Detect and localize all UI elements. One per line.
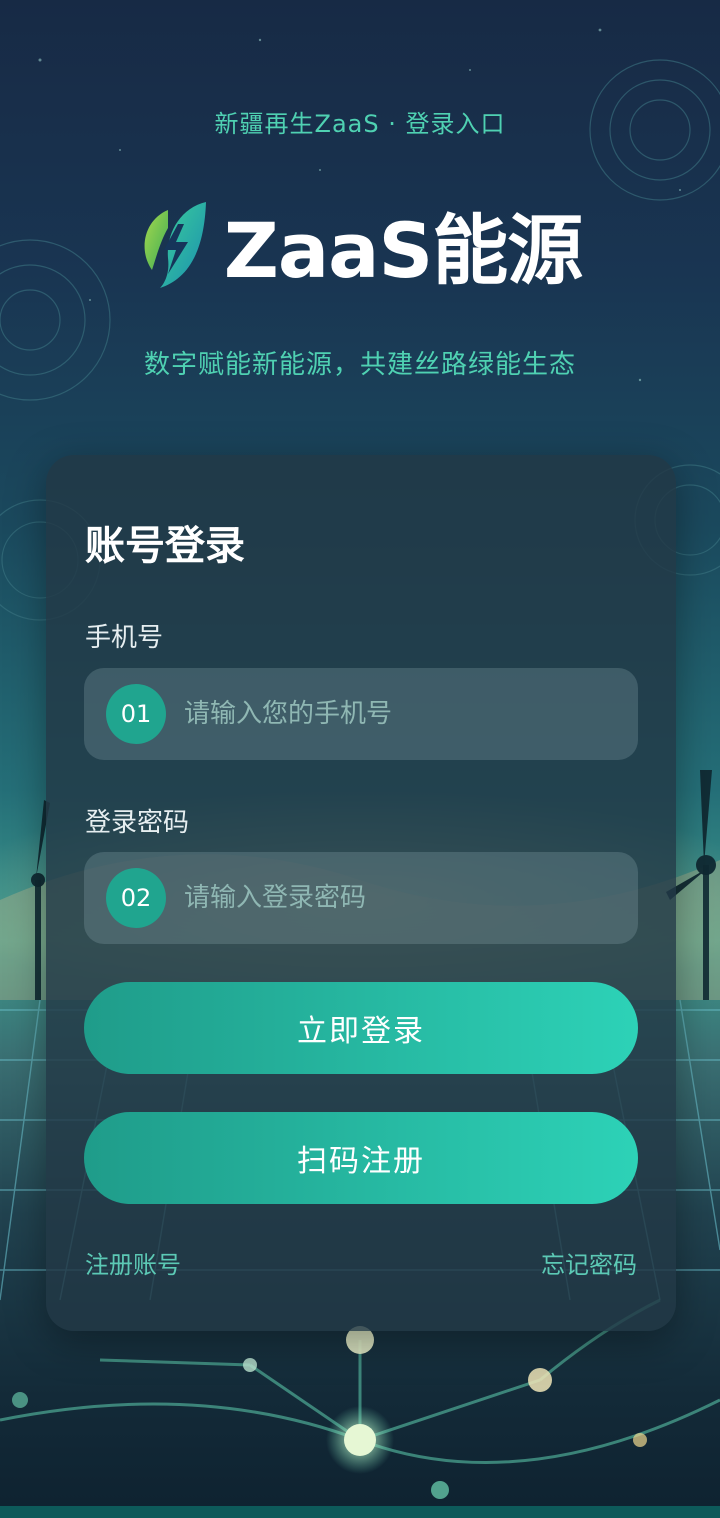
entry-caption: 新疆再生ZaaS · 登录入口 bbox=[214, 110, 506, 138]
phone-step-badge: 01 bbox=[106, 684, 166, 744]
register-link[interactable]: 注册账号 bbox=[85, 1245, 181, 1280]
leaf-lightning-icon bbox=[144, 202, 206, 288]
phone-input[interactable] bbox=[184, 668, 614, 760]
password-field: 02 bbox=[84, 852, 638, 944]
brand-name: ZaaS能源 bbox=[223, 206, 583, 295]
forgot-password-link[interactable]: 忘记密码 bbox=[541, 1245, 637, 1280]
slogan: 数字赋能新能源，共建丝路绿能生态 bbox=[143, 350, 576, 380]
login-card: 账号登录 手机号 01 登录密码 02 立即登录 扫码注册 注册账号 忘记密码 bbox=[46, 455, 676, 1331]
login-page: 新疆再生ZaaS · 登录入口 ZaaS能源 数字赋能新能源，共建丝路绿能生态 … bbox=[0, 0, 720, 1518]
phone-field: 01 bbox=[84, 668, 638, 760]
password-input[interactable] bbox=[184, 852, 614, 944]
password-step-badge: 02 bbox=[106, 868, 166, 928]
brand-header: ZaaS能源 bbox=[0, 194, 720, 295]
card-title: 账号登录 bbox=[85, 523, 245, 569]
scan-register-button[interactable]: 扫码注册 bbox=[84, 1112, 638, 1204]
phone-label: 手机号 bbox=[85, 623, 164, 653]
bottom-bar bbox=[0, 1506, 720, 1518]
login-button[interactable]: 立即登录 bbox=[84, 982, 638, 1074]
password-label: 登录密码 bbox=[85, 808, 190, 838]
